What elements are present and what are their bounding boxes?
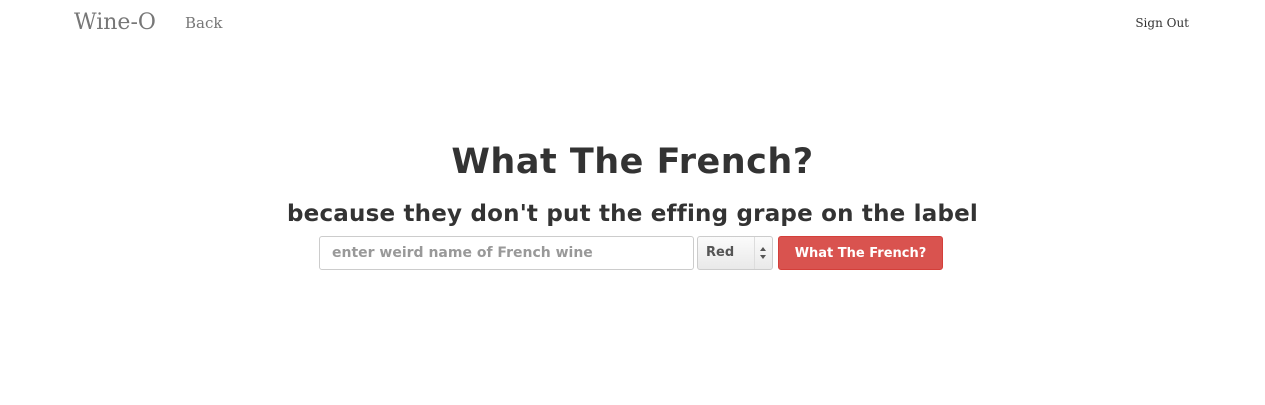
wine-type-selected-value: Red (706, 245, 735, 260)
wine-name-input[interactable] (319, 236, 694, 270)
page-title: What The French? (451, 142, 814, 182)
page-subtitle: because they don't put the effing grape … (287, 201, 978, 227)
up-down-arrows-icon (754, 237, 772, 269)
wine-type-select[interactable]: Red (697, 236, 773, 270)
hero: What The French? (0, 138, 1265, 186)
navbar: Wine-O Back Sign Out (0, 0, 1265, 46)
back-link[interactable]: Back (185, 14, 222, 32)
what-the-french-button[interactable]: What The French? (778, 236, 943, 270)
sign-out-link[interactable]: Sign Out (1135, 15, 1189, 31)
brand-link[interactable]: Wine-O (74, 9, 156, 37)
